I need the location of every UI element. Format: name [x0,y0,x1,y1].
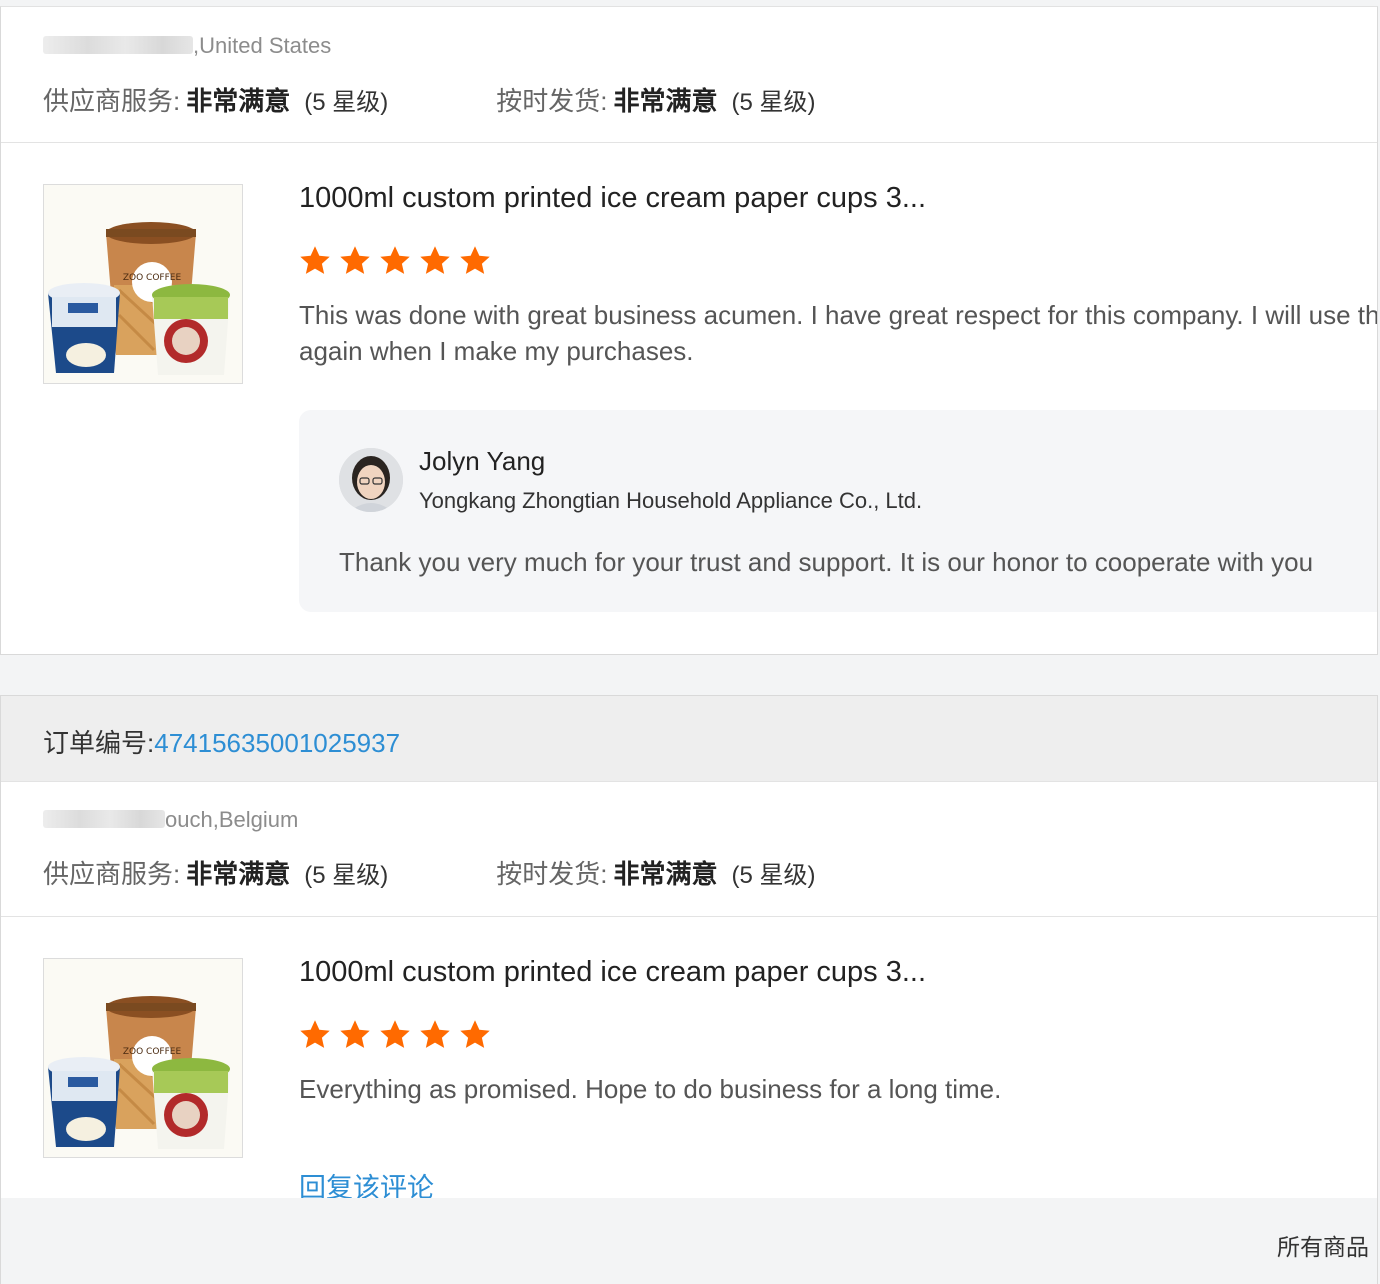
ice-cream-cups-image: ZOO COFFEE [44,959,242,1157]
star-rating [297,243,497,279]
order-number: 订单编号:47415635001025937 [43,728,401,758]
supplier-service-rating: 供应商服务: 非常满意 (5 星级) [43,859,389,889]
star-icon [340,246,370,274]
buyer-info: ouch,Belgium [43,807,298,833]
on-time-shipping-rating: 按时发货: 非常满意 (5 星级) [496,859,816,889]
star-icon [340,1020,370,1048]
divider [1,916,1377,917]
supplier-company: Yongkang Zhongtian Household Appliance C… [419,488,923,513]
cup-brand-label: ZOO COFFEE [123,1047,182,1057]
buyer-country: ,United States [193,33,332,58]
avatar [339,448,403,512]
buyer-info: ,United States [43,33,331,59]
rating-summary: 供应商服务: 非常满意 (5 星级) 按时发货: 非常满意 (5 星级) [43,81,815,118]
star-icon [300,1020,330,1048]
buyer-country: ouch,Belgium [165,807,299,832]
cup-brand-label: ZOO COFFEE [123,273,182,283]
product-title-link[interactable]: 1000ml custom printed ice cream paper cu… [299,182,926,215]
product-title-link[interactable]: 1000ml custom printed ice cream paper cu… [299,956,926,989]
divider [1,142,1377,143]
all-products-link[interactable]: 所有商品 [1277,1228,1369,1262]
star-icon [460,246,490,274]
order-header: 订单编号:47415635001025937 [1,696,1377,782]
supplier-reply: Jolyn Yang Yongkang Zhongtian Household … [299,410,1377,612]
star-icon [380,1020,410,1048]
review-card-1: ,United States 供应商服务: 非常满意 (5 星级) 按时发货: 非常满… [0,6,1378,655]
star-icon [460,1020,490,1048]
redacted-buyer-name [43,36,193,55]
supplier-service-rating: 供应商服务: 非常满意 (5 星级) [43,86,389,116]
star-icon [420,246,450,274]
order-number-link[interactable]: 47415635001025937 [154,728,400,758]
star-icon [300,246,330,274]
supplier-avatar-image [339,448,403,512]
footer-bar: 所有商品 [1,1198,1377,1284]
reply-text: Thank you very much for your trust and s… [339,547,1314,577]
star-rating [297,1017,497,1053]
review-text: Everything as promised. Hope to do busin… [299,1074,1002,1104]
product-thumbnail[interactable]: ZOO COFFEE [43,958,243,1158]
rating-summary: 供应商服务: 非常满意 (5 星级) 按时发货: 非常满意 (5 星级) [43,854,815,891]
review-text: This was done with great business acumen… [299,300,1378,366]
star-icon [420,1020,450,1048]
star-icon [380,246,410,274]
on-time-shipping-rating: 按时发货: 非常满意 (5 星级) [496,86,816,116]
ice-cream-cups-image: ZOO COFFEE [44,185,242,383]
redacted-buyer-name [43,810,165,829]
supplier-rep-name: Jolyn Yang [419,446,546,476]
product-thumbnail[interactable]: ZOO COFFEE [43,184,243,384]
review-card-2: 订单编号:47415635001025937 ouch,Belgium 供应商服… [0,695,1378,1284]
